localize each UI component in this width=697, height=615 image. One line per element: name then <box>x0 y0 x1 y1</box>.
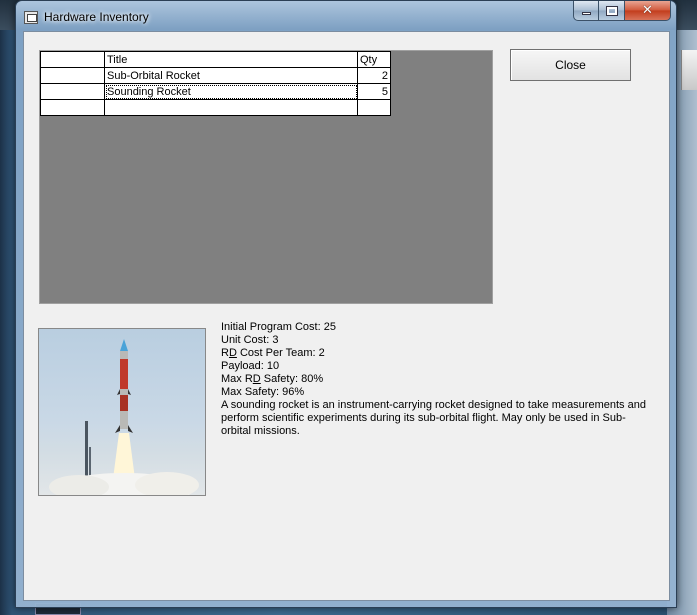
rocket-stage-lower <box>120 395 128 411</box>
minimize-icon <box>581 12 591 15</box>
row-header-corner[interactable] <box>40 51 105 68</box>
payload: Payload: 10 <box>221 360 280 372</box>
rocket-launch-illustration <box>49 339 199 495</box>
max-rd-rest: Safety: 80% <box>260 373 324 385</box>
rocket-fin-right <box>128 425 133 433</box>
table-row-empty[interactable] <box>40 99 391 116</box>
rocket-nose-cone <box>120 339 128 351</box>
cell-qty[interactable]: 2 <box>357 67 391 84</box>
rd-cost-prefix: R <box>221 347 229 359</box>
rocket-stage-upper <box>120 359 128 389</box>
hardware-details: Initial Program Cost: 25 Unit Cost: 3 RD… <box>221 321 651 438</box>
rd-cost-rest: Cost Per Team: 2 <box>236 347 325 359</box>
max-rd-underlined: D <box>252 373 261 385</box>
max-rd-prefix: Max R <box>221 373 253 385</box>
rocket-fin-mid-right <box>128 389 131 395</box>
cell-qty[interactable] <box>357 99 391 116</box>
unit-cost: Unit Cost: 3 <box>221 334 279 346</box>
rd-cost-underlined: D <box>228 347 237 359</box>
table-row[interactable]: Sub-Orbital Rocket 2 <box>40 67 391 84</box>
initial-program-cost: Initial Program Cost: 25 <box>221 321 336 333</box>
row-header[interactable] <box>40 99 105 116</box>
window-title: Hardware Inventory <box>44 10 149 24</box>
hardware-inventory-window: Hardware Inventory ✕ Title Qty Sub-Orbit… <box>15 0 677 608</box>
rocket-fin-mid-left <box>117 389 120 395</box>
minimize-button[interactable] <box>573 1 599 21</box>
table-header-row: Title Qty <box>40 51 391 68</box>
table-row-selected[interactable]: Sounding Rocket 5 <box>40 83 391 100</box>
max-rd-safety: Max RD Safety: 80% <box>221 373 651 386</box>
close-button[interactable]: Close <box>510 49 631 81</box>
desktop-icon-partial[interactable] <box>681 50 697 90</box>
title-bar[interactable]: Hardware Inventory ✕ <box>16 1 676 31</box>
row-header[interactable] <box>40 83 105 100</box>
cell-title[interactable] <box>104 99 358 116</box>
cell-title[interactable]: Sounding Rocket <box>104 83 358 100</box>
rocket-fin-left <box>115 425 120 433</box>
maximize-button[interactable] <box>599 1 625 21</box>
column-header-qty[interactable]: Qty <box>357 51 391 68</box>
inventory-table: Title Qty Sub-Orbital Rocket 2 Sounding … <box>40 51 391 116</box>
window-close-button[interactable]: ✕ <box>625 1 671 21</box>
column-header-title[interactable]: Title <box>104 51 358 68</box>
rocket-exhaust <box>113 433 135 479</box>
cell-title[interactable]: Sub-Orbital Rocket <box>104 67 358 84</box>
maximize-icon <box>605 5 618 16</box>
rocket-launch-image <box>38 328 206 496</box>
row-header[interactable] <box>40 67 105 84</box>
inventory-grid[interactable]: Title Qty Sub-Orbital Rocket 2 Sounding … <box>39 50 493 304</box>
caption-buttons: ✕ <box>573 1 671 21</box>
hardware-description: A sounding rocket is an instrument-carry… <box>221 399 646 437</box>
cell-qty[interactable]: 5 <box>357 83 391 100</box>
window-client-area: Title Qty Sub-Orbital Rocket 2 Sounding … <box>23 31 670 601</box>
rd-cost-per-team: RD Cost Per Team: 2 <box>221 347 651 360</box>
close-icon: ✕ <box>642 3 653 18</box>
max-safety: Max Safety: 96% <box>221 386 305 398</box>
window-app-icon[interactable] <box>24 11 38 24</box>
